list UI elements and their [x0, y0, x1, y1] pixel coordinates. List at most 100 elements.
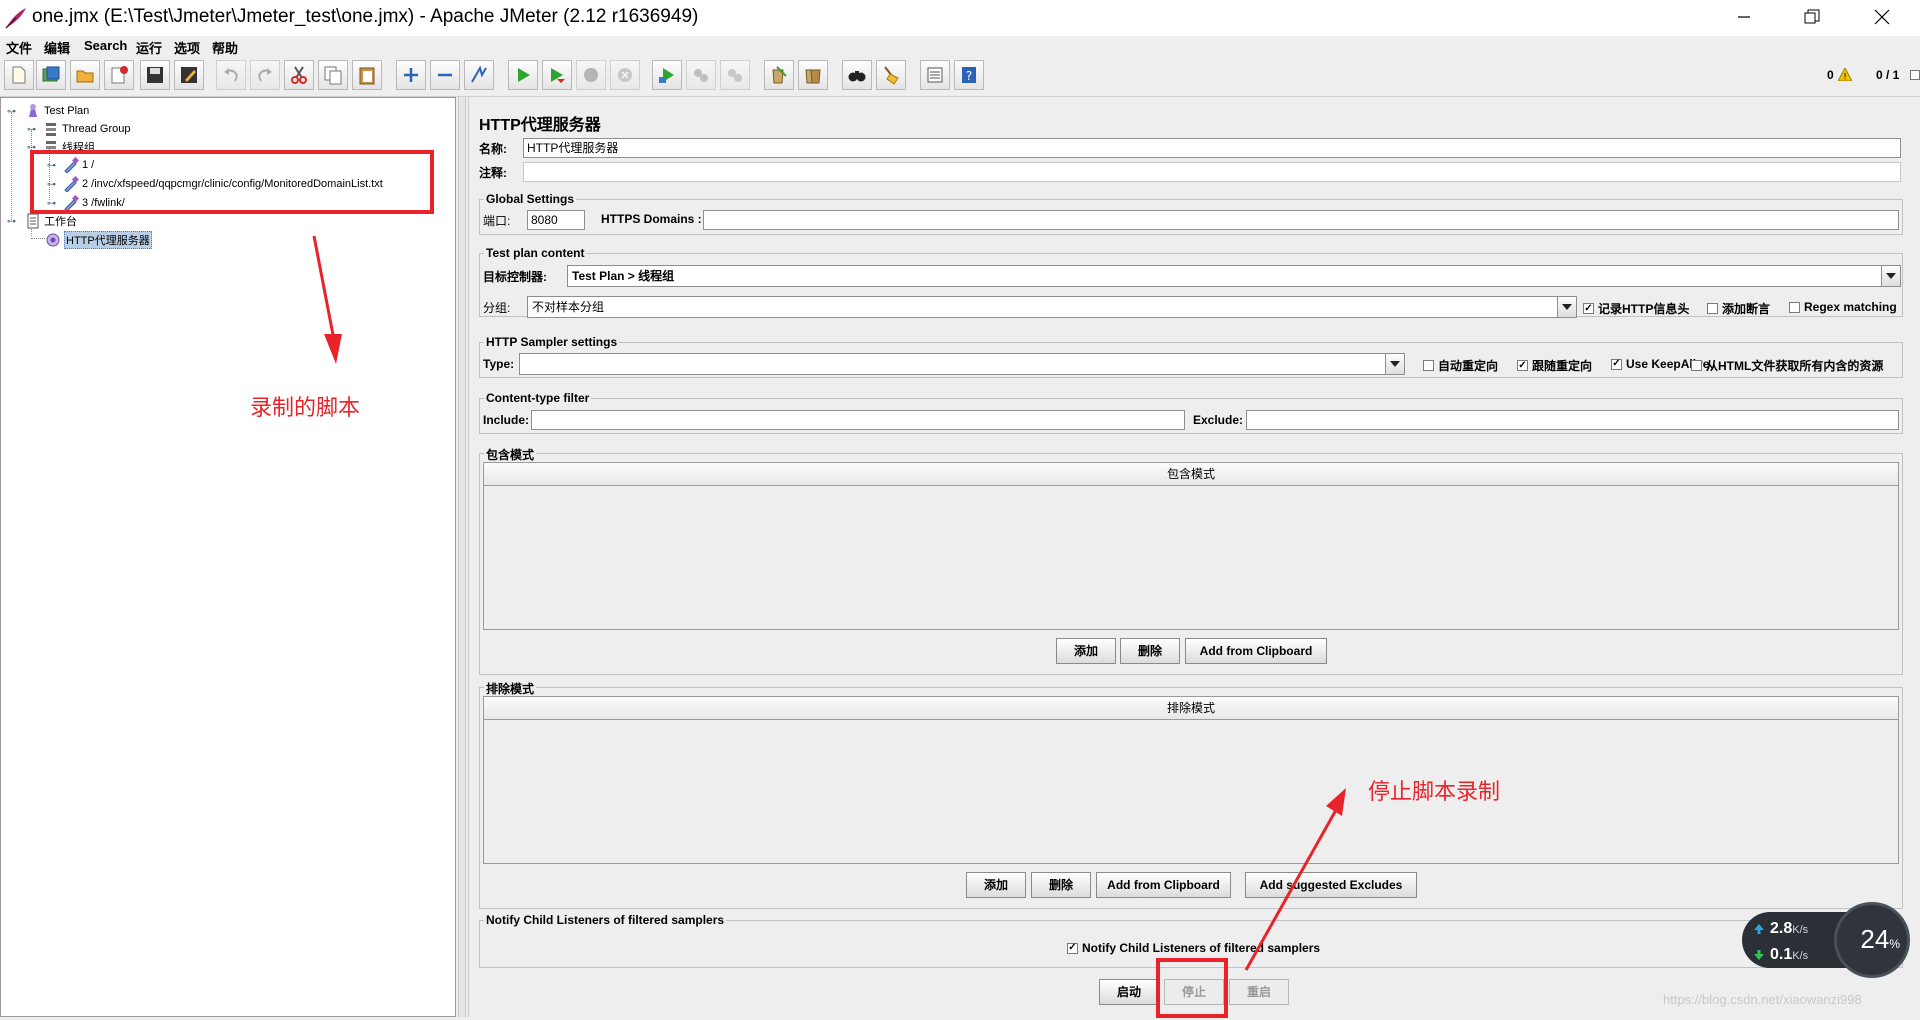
group-title: 排除模式: [484, 680, 537, 697]
close-window-button[interactable]: [1852, 0, 1912, 34]
collapse-icon: [438, 73, 452, 77]
upload-arrow-icon: [1754, 924, 1764, 934]
tree-node-workbench[interactable]: 工作台: [25, 212, 77, 230]
sampler-type-select[interactable]: [519, 353, 1405, 375]
save-as-button[interactable]: [174, 60, 204, 90]
menu-options[interactable]: 选项: [174, 38, 200, 57]
exclude-input[interactable]: [1246, 410, 1899, 430]
port-input[interactable]: 8080: [527, 210, 585, 230]
auto-redirect-checkbox[interactable]: 自动重定向: [1423, 357, 1498, 374]
start-button[interactable]: [508, 60, 538, 90]
add-assertions-checkbox[interactable]: 添加断言: [1707, 300, 1770, 317]
tree-node-http-proxy[interactable]: HTTP代理服务器: [45, 231, 152, 249]
exclude-delete-button[interactable]: 删除: [1031, 872, 1091, 898]
menu-edit[interactable]: 编辑: [44, 38, 70, 57]
clear-button[interactable]: [764, 60, 794, 90]
grouping-select[interactable]: 不对样本分组: [527, 296, 1577, 318]
target-controller-select[interactable]: Test Plan > 线程组: [567, 265, 1901, 287]
menu-search[interactable]: Search: [84, 38, 127, 53]
paste-button[interactable]: [352, 60, 382, 90]
download-speed: 0.1K/s: [1770, 946, 1809, 963]
group-title: Content-type filter: [484, 391, 592, 405]
tree-toggle[interactable]: ⊶: [7, 218, 16, 227]
restore-button[interactable]: [1782, 0, 1842, 34]
include-patterns-table[interactable]: 包含模式: [483, 462, 1899, 630]
checkbox-box[interactable]: [1423, 360, 1434, 371]
checkbox-label: 自动重定向: [1438, 359, 1499, 373]
menu-help[interactable]: 帮助: [212, 38, 238, 57]
exclude-add-button[interactable]: 添加: [966, 872, 1026, 898]
tree-toggle[interactable]: ⊶: [7, 108, 16, 117]
remote-stop-button[interactable]: [686, 60, 716, 90]
exclude-patterns-header[interactable]: 排除模式: [484, 697, 1898, 720]
tree-node-test-plan[interactable]: Test Plan: [25, 102, 89, 120]
include-clipboard-button[interactable]: Add from Clipboard: [1185, 638, 1327, 664]
list-icon: [927, 67, 943, 83]
jmeter-feather-icon: [5, 8, 26, 29]
checkbox-box[interactable]: ✓: [1611, 358, 1622, 370]
menu-run[interactable]: 运行: [136, 38, 162, 57]
search-button[interactable]: [842, 60, 872, 90]
recorded-scripts-annotation: 录制的脚本: [250, 396, 361, 421]
remote-shutdown-button[interactable]: [720, 60, 750, 90]
tree-node-thread-group[interactable]: Thread Group: [43, 120, 130, 138]
tree-toggle[interactable]: ⊶: [27, 126, 36, 135]
start-proxy-button[interactable]: 启动: [1099, 979, 1159, 1005]
include-delete-button[interactable]: 删除: [1120, 638, 1180, 664]
exclude-patterns-table[interactable]: 排除模式: [483, 696, 1899, 864]
tree-connector: [11, 112, 12, 220]
start-no-pause-button[interactable]: [542, 60, 572, 90]
include-input[interactable]: [531, 410, 1185, 430]
new-button[interactable]: [4, 60, 34, 90]
templates-button[interactable]: [36, 60, 66, 90]
menu-file[interactable]: 文件: [6, 38, 32, 57]
checkbox-box[interactable]: [1789, 301, 1800, 313]
paste-icon: [359, 67, 375, 85]
menu-bar: 文件 编辑 Search 运行 选项 帮助: [0, 36, 1920, 56]
regex-matching-checkbox[interactable]: Regex matching: [1789, 300, 1897, 314]
include-add-button[interactable]: 添加: [1056, 638, 1116, 664]
thread-count: 0 / 1: [1876, 68, 1900, 82]
stop-button[interactable]: [576, 60, 606, 90]
undo-button[interactable]: [216, 60, 246, 90]
open-icon: [76, 70, 94, 83]
svg-text:?: ?: [966, 69, 972, 83]
dropdown-arrow[interactable]: [1881, 266, 1900, 286]
help-button[interactable]: ?: [954, 60, 984, 90]
function-helper-button[interactable]: [920, 60, 950, 90]
restart-proxy-button[interactable]: 重启: [1229, 979, 1289, 1005]
dropdown-arrow[interactable]: [1557, 297, 1576, 317]
copy-button[interactable]: [318, 60, 348, 90]
comment-input[interactable]: [523, 162, 1901, 182]
panel-splitter[interactable]: [458, 97, 466, 1017]
reset-search-button[interactable]: [876, 60, 906, 90]
checkbox-box[interactable]: ✓: [1583, 303, 1594, 314]
https-domains-input[interactable]: [703, 210, 1899, 230]
toolbar: ? 0 ! 0 / 1: [0, 56, 1920, 97]
checkbox-box[interactable]: [1691, 360, 1702, 371]
dropdown-arrow[interactable]: [1385, 354, 1404, 374]
exclude-clipboard-button[interactable]: Add from Clipboard: [1096, 872, 1231, 898]
collapse-all-button[interactable]: [430, 60, 460, 90]
checkbox-box[interactable]: [1707, 303, 1718, 314]
include-patterns-header[interactable]: 包含模式: [484, 463, 1898, 486]
shutdown-button[interactable]: [610, 60, 640, 90]
open-button[interactable]: [70, 60, 100, 90]
retrieve-embedded-checkbox[interactable]: 从HTML文件获取所有内含的资源: [1691, 357, 1883, 374]
clear-all-button[interactable]: [798, 60, 828, 90]
save-button[interactable]: [140, 60, 170, 90]
remote-start-button[interactable]: [652, 60, 682, 90]
follow-redirect-checkbox[interactable]: ✓ 跟随重定向: [1517, 357, 1592, 374]
minimize-button[interactable]: [1714, 0, 1774, 34]
name-input[interactable]: HTTP代理服务器: [523, 138, 1901, 158]
checkbox-box[interactable]: ✓: [1067, 942, 1078, 954]
close-file-button[interactable]: [104, 60, 134, 90]
toggle-button[interactable]: [464, 60, 494, 90]
warning-icon[interactable]: !: [1838, 68, 1852, 81]
cut-button[interactable]: [284, 60, 314, 90]
redo-button[interactable]: [250, 60, 280, 90]
checkbox-box[interactable]: ✓: [1517, 360, 1528, 371]
expand-all-button[interactable]: [396, 60, 426, 90]
network-speed-widget[interactable]: 2.8K/s 0.1K/s 24%: [1742, 902, 1910, 978]
record-headers-checkbox[interactable]: ✓ 记录HTTP信息头: [1583, 300, 1689, 317]
